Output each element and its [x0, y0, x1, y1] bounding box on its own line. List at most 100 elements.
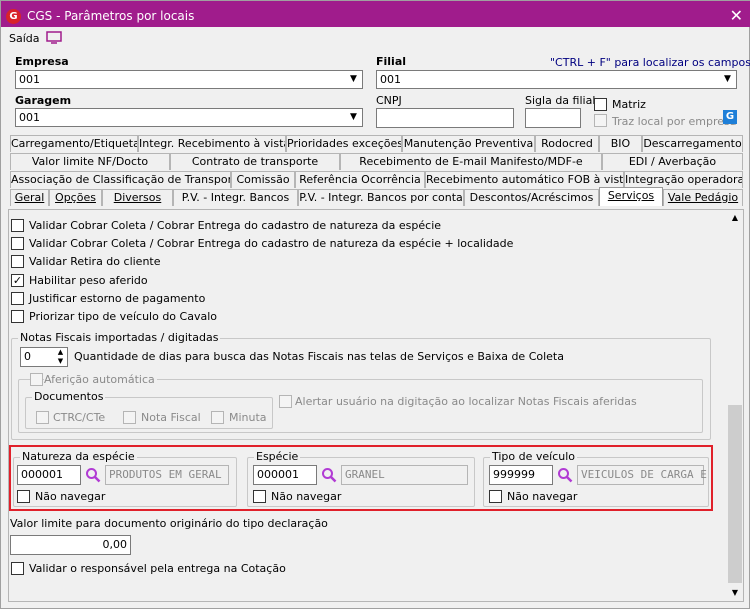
tab-diversos[interactable]: Diversos [102, 189, 173, 206]
natureza-nao-navegar-checkbox[interactable] [17, 490, 30, 503]
days-label: Quantidade de dias para busca das Notas … [74, 350, 564, 363]
alertar-label: Alertar usuário na digitação ao localiza… [295, 395, 637, 408]
traz-local-label: Traz local por empresa [612, 115, 737, 128]
scroll-down-icon[interactable]: ▼ [727, 585, 743, 601]
tab-geral[interactable]: Geral [10, 189, 49, 206]
chevron-down-icon[interactable]: ▼ [719, 71, 736, 88]
opt3-checkbox[interactable] [11, 255, 24, 268]
saida-menu[interactable]: Saída [9, 32, 40, 45]
tipo-veiculo-nao-navegar-label: Não navegar [507, 490, 578, 503]
opt2-label: Validar Cobrar Coleta / Cobrar Entrega d… [29, 237, 514, 250]
scroll-up-icon[interactable]: ▲ [727, 210, 743, 226]
tipo-veiculo-desc-field: VEICULOS DE CARGA E [577, 465, 707, 485]
tab-associacao[interactable]: Associação de Classificação de Transport… [10, 171, 231, 188]
tab-prioridades[interactable]: Prioridades exceções [286, 135, 402, 152]
tab-servicos[interactable]: Serviços [599, 187, 663, 206]
ctrl-f-hint: "CTRL + F" para localizar os campos [550, 56, 750, 69]
search-icon[interactable] [321, 467, 337, 483]
tab-edi-averbacao[interactable]: EDI / Averbação [602, 153, 743, 170]
minuta-checkbox[interactable] [211, 411, 224, 424]
especie-code: 000001 [257, 468, 299, 481]
especie-nao-navegar-checkbox[interactable] [253, 490, 266, 503]
search-icon[interactable] [85, 467, 101, 483]
afericao-label: Aferição automática [44, 373, 157, 386]
nf-checkbox[interactable] [123, 411, 136, 424]
valor-limite-label: Valor limite para documento originário d… [10, 517, 328, 530]
traz-local-checkbox[interactable] [594, 114, 607, 127]
garagem-combo[interactable]: 001 ▼ [15, 108, 363, 127]
especie-desc-field: GRANEL [341, 465, 468, 485]
ctrc-checkbox[interactable] [36, 411, 49, 424]
opt5-checkbox[interactable] [11, 292, 24, 305]
empresa-label: Empresa [15, 55, 69, 68]
title-bar: G CGS - Parâmetros por locais ✕ [1, 6, 750, 27]
spin-down-icon[interactable]: ▼ [55, 357, 66, 366]
opt6-label: Priorizar tipo de veículo do Cavalo [29, 310, 217, 323]
validar-responsavel-label: Validar o responsável pela entrega na Co… [29, 562, 286, 575]
opt1-checkbox[interactable] [11, 219, 24, 232]
cnpj-field[interactable] [376, 108, 514, 128]
tipo-veiculo-title: Tipo de veículo [490, 450, 578, 463]
tab-recebimento-fob[interactable]: Recebimento automático FOB à vista [425, 171, 624, 188]
spin-up-icon[interactable]: ▲ [55, 348, 66, 357]
especie-code-field[interactable]: 000001 [253, 465, 317, 485]
opt2-checkbox[interactable] [11, 237, 24, 250]
tab-opcoes[interactable]: Opções [49, 189, 102, 206]
tab-contrato-transporte[interactable]: Contrato de transporte [170, 153, 340, 170]
nf-label: Nota Fiscal [141, 411, 201, 424]
opt4-label: Habilitar peso aferido [29, 274, 148, 287]
matriz-checkbox[interactable] [594, 98, 607, 111]
tab-valor-limite[interactable]: Valor limite NF/Docto [10, 153, 170, 170]
tab-bio[interactable]: BIO [599, 135, 642, 152]
monitor-icon[interactable] [46, 31, 62, 44]
tipo-veiculo-desc: VEICULOS DE CARGA E [581, 468, 707, 481]
chevron-down-icon[interactable]: ▼ [345, 109, 362, 126]
tab-manutencao[interactable]: Manutenção Preventiva [402, 135, 535, 152]
close-icon[interactable]: ✕ [730, 7, 743, 25]
opt3-label: Validar Retira do cliente [29, 255, 161, 268]
valor-limite-field[interactable]: 0,00 [10, 535, 131, 555]
empresa-value: 001 [19, 73, 40, 86]
tab-integr-recebimento[interactable]: Integr. Recebimento à vista [138, 135, 286, 152]
filial-value: 001 [380, 73, 401, 86]
cnpj-label: CNPJ [376, 94, 402, 107]
tab-carregamento[interactable]: Carregamento/Etiquetas [10, 135, 138, 152]
tab-pv-bancos-conta[interactable]: P.V. - Integr. Bancos por conta [298, 189, 464, 206]
tab-integracao-operadoras[interactable]: Integração operadoras [624, 171, 743, 188]
empresa-combo[interactable]: 001 ▼ [15, 70, 363, 89]
valor-limite-value: 0,00 [102, 538, 128, 551]
tab-rodocred[interactable]: Rodocred [535, 135, 599, 152]
tab-vale-pedagio[interactable]: Vale Pedágio [663, 189, 743, 206]
tab-descontos[interactable]: Descontos/Acréscimos [464, 189, 599, 206]
opt4-checkbox[interactable]: ✓ [11, 274, 24, 287]
search-icon[interactable] [557, 467, 573, 483]
tipo-veiculo-code-field[interactable]: 999999 [489, 465, 553, 485]
tab-comissao[interactable]: Comissão [231, 171, 295, 188]
natureza-code-field[interactable]: 000001 [17, 465, 81, 485]
garagem-label: Garagem [15, 94, 72, 107]
especie-desc: GRANEL [345, 468, 385, 481]
app-logo-icon: G [6, 9, 21, 24]
tab-recebimento-email[interactable]: Recebimento de E-mail Manifesto/MDF-e [340, 153, 602, 170]
natureza-desc-field: PRODUTOS EM GERAL [105, 465, 229, 485]
scroll-thumb[interactable] [728, 405, 742, 583]
days-spinner[interactable]: 0 ▲ ▼ [20, 347, 68, 367]
opt6-checkbox[interactable] [11, 310, 24, 323]
tab-referencia-ocorrencia[interactable]: Referência Ocorrência [295, 171, 425, 188]
minuta-label: Minuta [229, 411, 267, 424]
opt1-label: Validar Cobrar Coleta / Cobrar Entrega d… [29, 219, 442, 232]
tab-descarregamento[interactable]: Descarregamento [642, 135, 743, 152]
days-value: 0 [24, 350, 31, 363]
vertical-scrollbar[interactable]: ▲ ▼ [727, 210, 743, 601]
garagem-value: 001 [19, 111, 40, 124]
sigla-field[interactable] [525, 108, 581, 128]
tab-pv-integr-bancos[interactable]: P.V. - Integr. Bancos [173, 189, 298, 206]
validar-responsavel-checkbox[interactable] [11, 562, 24, 575]
chevron-down-icon[interactable]: ▼ [345, 71, 362, 88]
filial-combo[interactable]: 001 ▼ [376, 70, 737, 89]
afericao-checkbox[interactable] [30, 373, 43, 386]
tipo-veiculo-nao-navegar-checkbox[interactable] [489, 490, 502, 503]
alertar-checkbox[interactable] [279, 395, 292, 408]
brand-g-icon[interactable]: G [723, 110, 737, 124]
main-window: G CGS - Parâmetros por locais ✕ Saída Em… [0, 0, 750, 609]
